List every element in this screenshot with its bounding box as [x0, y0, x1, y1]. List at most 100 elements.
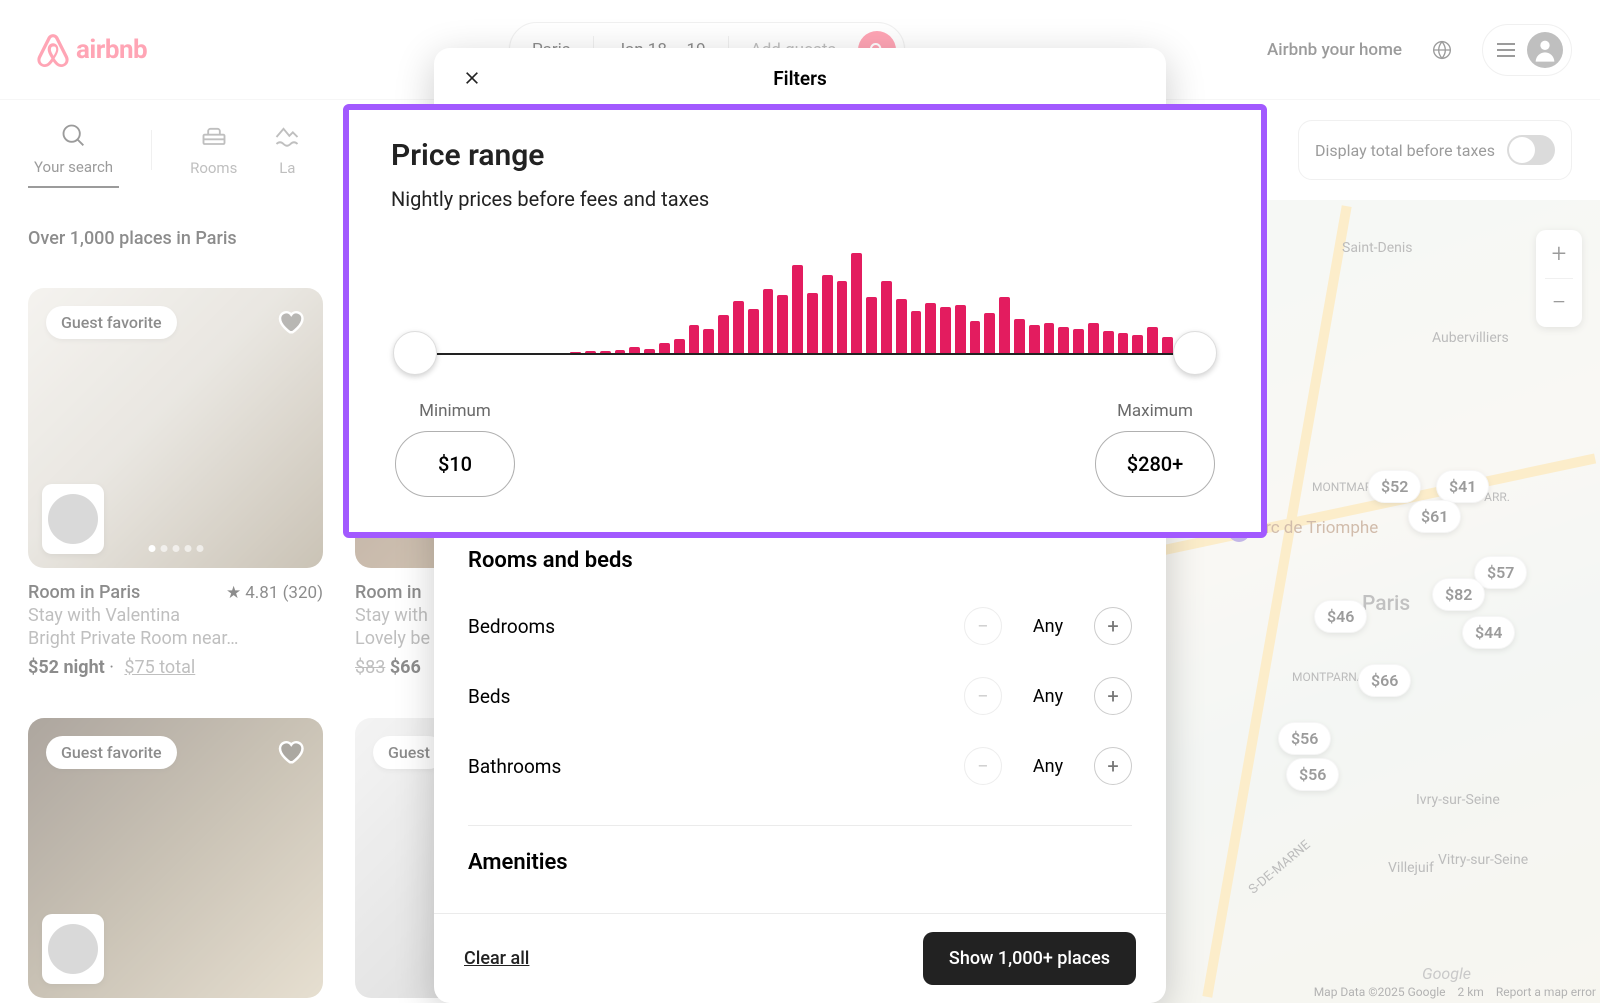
price-range-highlight: Price range Nightly prices before fees a… [343, 104, 1267, 538]
wishlist-heart-icon[interactable] [275, 736, 305, 766]
histogram-bar [1014, 319, 1025, 353]
map-price-pill[interactable]: $44 [1462, 616, 1515, 649]
bathrooms-row: Bathrooms − Any + [468, 731, 1132, 801]
histogram-bar [748, 309, 759, 353]
beds-increase-button[interactable]: + [1094, 677, 1132, 715]
map-price-pill[interactable]: $56 [1278, 722, 1331, 755]
airbnb-logo[interactable]: airbnb [36, 32, 147, 68]
histogram-bar [1132, 335, 1143, 353]
histogram-bar [1103, 331, 1114, 353]
menu-icon [1497, 43, 1515, 57]
bedrooms-row: Bedrooms − Any + [468, 591, 1132, 661]
histogram-bar [1162, 337, 1173, 353]
min-price-label: Minimum [419, 401, 491, 421]
histogram-bar [911, 311, 922, 353]
map-price-pill[interactable]: $82 [1432, 578, 1485, 611]
histogram-bar [703, 329, 714, 353]
user-menu[interactable] [1482, 24, 1572, 76]
histogram-bar [896, 299, 907, 353]
histogram-bar [851, 253, 862, 353]
histogram-bar [1058, 327, 1069, 353]
host-avatar-chip [42, 484, 104, 554]
listing-rating: ★ 4.81 (320) [226, 582, 323, 603]
bathrooms-decrease-button[interactable]: − [964, 747, 1002, 785]
logo-text: airbnb [76, 35, 147, 65]
bedrooms-decrease-button[interactable]: − [964, 607, 1002, 645]
category-your-search[interactable]: Your search [28, 112, 119, 188]
image-pagination-dots [148, 545, 203, 552]
toggle-switch[interactable] [1507, 135, 1555, 165]
listing-image[interactable]: Guest favorite [28, 288, 323, 568]
map-price-pill[interactable]: $66 [1358, 664, 1411, 697]
bedrooms-increase-button[interactable]: + [1094, 607, 1132, 645]
price-slider-track[interactable] [437, 353, 1173, 355]
modal-title: Filters [773, 67, 827, 90]
listing-host: Stay with Valentina [28, 605, 323, 626]
map-price-pill[interactable]: $52 [1368, 470, 1421, 503]
max-price-input[interactable]: $280+ [1095, 431, 1215, 497]
listing-card[interactable]: Guest favorite Room in Paris ★ 4.81 (320… [28, 288, 323, 678]
histogram-bar [1118, 333, 1129, 353]
category-lakefront[interactable]: La [267, 113, 307, 187]
histogram-bar [763, 289, 774, 353]
histogram-bar [777, 295, 788, 353]
histogram-bar [822, 275, 833, 353]
histogram-bar [1029, 325, 1040, 353]
histogram-bar [984, 313, 995, 353]
min-price-input[interactable]: $10 [395, 431, 515, 497]
histogram-bar [999, 297, 1010, 353]
zoom-out-button[interactable]: − [1536, 279, 1582, 327]
histogram-bar [659, 343, 670, 353]
map-price-pill[interactable]: $41 [1436, 470, 1489, 503]
wishlist-heart-icon[interactable] [275, 306, 305, 336]
category-rooms[interactable]: Rooms [184, 113, 243, 187]
display-total-toggle[interactable]: Display total before taxes [1298, 120, 1572, 180]
avatar-icon [1527, 32, 1563, 68]
histogram-bar [970, 321, 981, 353]
listing-image[interactable]: Guest favorite [28, 718, 323, 998]
bedrooms-value: Any [1030, 616, 1066, 637]
beds-value: Any [1030, 686, 1066, 707]
show-places-button[interactable]: Show 1,000+ places [923, 932, 1136, 985]
listing-title: Room in Paris [28, 582, 140, 603]
clear-all-button[interactable]: Clear all [464, 948, 529, 969]
price-histogram [391, 241, 1219, 361]
language-button[interactable] [1420, 28, 1464, 72]
listing-card[interactable]: Guest favorite [28, 718, 323, 998]
price-slider-max-handle[interactable] [1173, 331, 1217, 375]
histogram-bar [1073, 329, 1084, 353]
bathrooms-value: Any [1030, 756, 1066, 777]
histogram-bar [674, 339, 685, 353]
host-link[interactable]: Airbnb your home [1267, 40, 1402, 60]
histogram-bar [881, 281, 892, 353]
modal-header: Filters [434, 48, 1166, 108]
rooms-beds-heading: Rooms and beds [468, 548, 1132, 573]
map-price-pill[interactable]: $61 [1408, 500, 1461, 533]
map-zoom-controls: + − [1536, 230, 1582, 327]
map-price-pill[interactable]: $56 [1286, 758, 1339, 791]
zoom-in-button[interactable]: + [1536, 230, 1582, 278]
host-avatar-chip [42, 914, 104, 984]
histogram-bar [733, 301, 744, 353]
histogram-bar [1147, 327, 1158, 353]
guest-favorite-badge: Guest favorite [46, 736, 177, 769]
bathrooms-increase-button[interactable]: + [1094, 747, 1132, 785]
price-range-heading: Price range [391, 138, 1219, 173]
histogram-bar [866, 297, 877, 353]
price-slider-min-handle[interactable] [393, 331, 437, 375]
modal-close-button[interactable] [456, 62, 488, 94]
map-price-pill[interactable]: $46 [1314, 600, 1367, 633]
histogram-bar [718, 315, 729, 353]
max-price-label: Maximum [1117, 401, 1193, 421]
histogram-bar [940, 307, 951, 353]
guest-favorite-badge: Guest favorite [46, 306, 177, 339]
beds-decrease-button[interactable]: − [964, 677, 1002, 715]
histogram-bar [925, 303, 936, 353]
beds-row: Beds − Any + [468, 661, 1132, 731]
listing-desc: Bright Private Room near… [28, 628, 323, 649]
histogram-bar [955, 305, 966, 353]
histogram-bar [1088, 323, 1099, 353]
histogram-bar [1044, 323, 1055, 353]
histogram-bar [792, 265, 803, 353]
results-count: Over 1,000 places in Paris [28, 228, 237, 249]
